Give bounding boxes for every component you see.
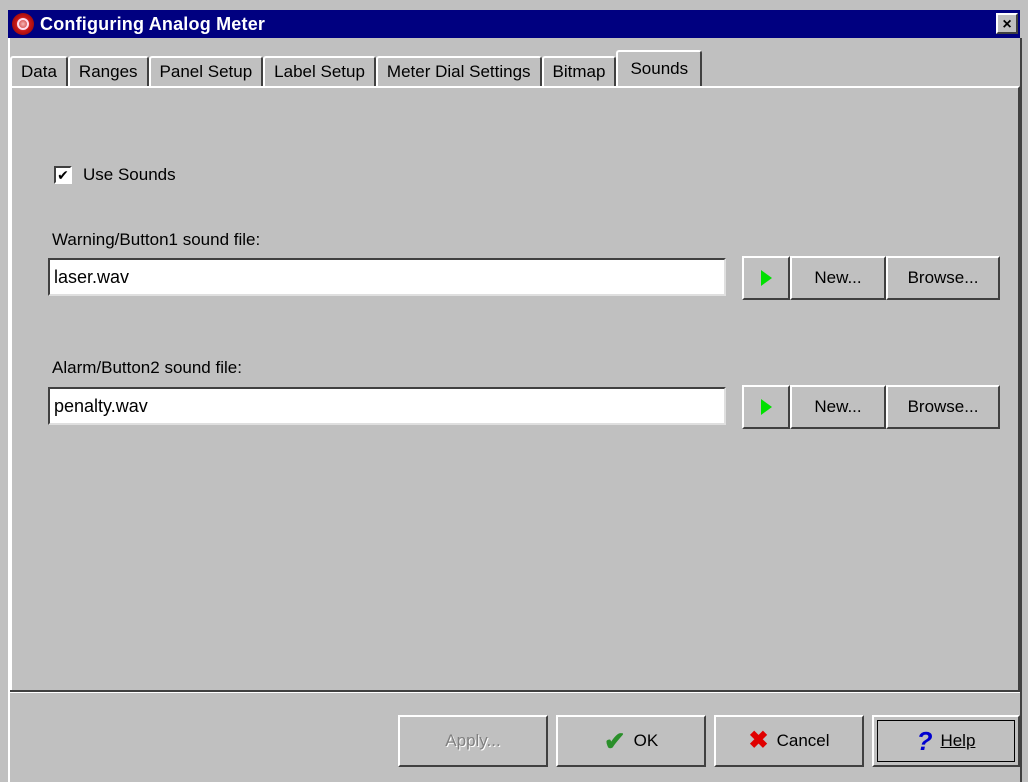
x-icon: ✖ — [748, 727, 769, 754]
tab-ranges[interactable]: Ranges — [67, 56, 149, 86]
app-icon — [12, 13, 34, 35]
tab-panel-setup[interactable]: Panel Setup — [148, 56, 264, 86]
question-mark-icon: ? — [916, 726, 933, 756]
apply-button[interactable]: Apply... — [398, 715, 548, 767]
footer-divider-highlight — [10, 692, 1020, 693]
frame-right — [1020, 38, 1022, 782]
tab-strip: Data Ranges Panel Setup Label Setup Mete… — [10, 50, 703, 86]
tab-sounds[interactable]: Sounds — [616, 50, 703, 86]
close-button[interactable]: × — [996, 13, 1018, 34]
alarm-new-button[interactable]: New... — [790, 385, 886, 429]
ok-label: OK — [633, 731, 659, 750]
use-sounds-label: Use Sounds — [83, 165, 176, 184]
checkmark-icon: ✔ — [57, 167, 69, 183]
help-label: Help — [940, 731, 976, 750]
tab-bitmap[interactable]: Bitmap — [541, 56, 617, 86]
alarm-sound-input[interactable] — [48, 387, 726, 425]
warning-play-button[interactable] — [742, 256, 790, 300]
checkmark-icon: ✔ — [603, 726, 626, 756]
cancel-label: Cancel — [776, 731, 830, 750]
tab-data[interactable]: Data — [10, 56, 68, 86]
warning-sound-input[interactable] — [48, 258, 726, 296]
cancel-button[interactable]: ✖ Cancel — [714, 715, 864, 767]
alarm-play-button[interactable] — [742, 385, 790, 429]
use-sounds-checkbox[interactable]: ✔ — [54, 166, 72, 184]
tab-label-setup[interactable]: Label Setup — [263, 56, 376, 86]
warning-new-button[interactable]: New... — [790, 256, 886, 300]
help-button[interactable]: ? Help — [872, 715, 1020, 767]
play-icon — [760, 399, 772, 415]
ok-button[interactable]: ✔ OK — [556, 715, 706, 767]
alarm-browse-button[interactable]: Browse... — [886, 385, 1000, 429]
title-bar: Configuring Analog Meter × — [8, 10, 1020, 38]
warning-browse-button[interactable]: Browse... — [886, 256, 1000, 300]
tab-meter-dial-settings[interactable]: Meter Dial Settings — [375, 56, 542, 86]
warning-sound-label: Warning/Button1 sound file: — [52, 230, 261, 249]
use-sounds-row[interactable]: ✔ Use Sounds — [54, 165, 176, 185]
dialog-window: Configuring Analog Meter × Data Ranges P… — [0, 0, 1028, 782]
play-icon — [760, 270, 772, 286]
window-title: Configuring Analog Meter — [40, 13, 266, 34]
alarm-sound-label: Alarm/Button2 sound file: — [52, 358, 242, 377]
